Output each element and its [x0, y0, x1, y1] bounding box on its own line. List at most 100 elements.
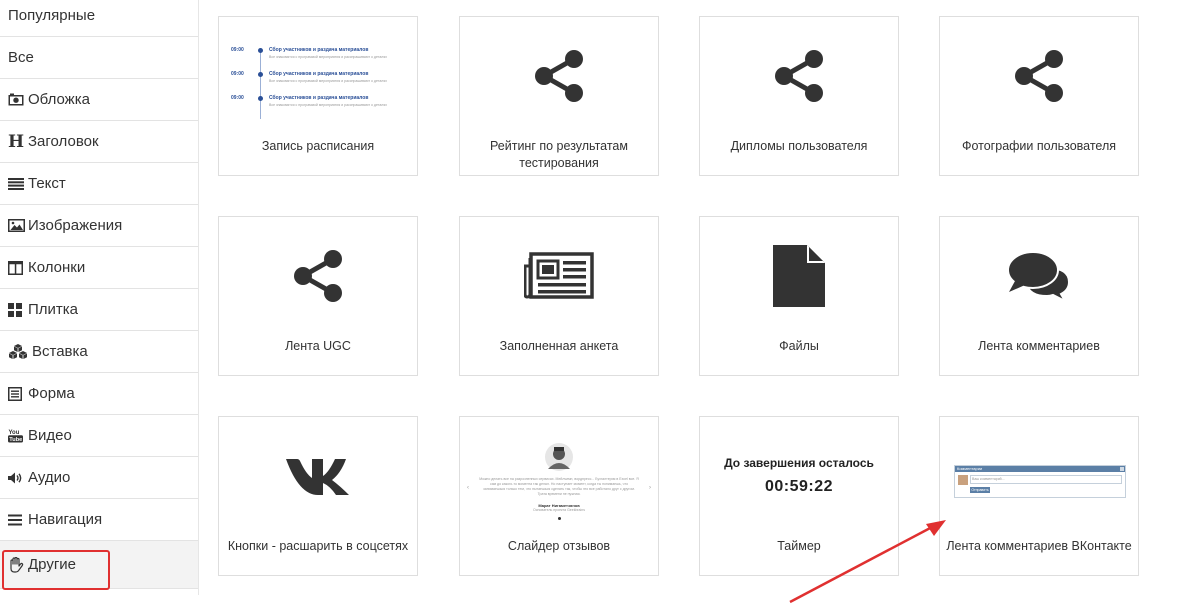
card-schedule[interactable]: 09:00 Сбор участников и раздача материал… [218, 16, 418, 176]
vk-comments-preview: Комментарии Ваш комментарий... Отправить [940, 417, 1138, 535]
card-visual [940, 17, 1138, 135]
timeline-dot [258, 72, 263, 77]
sidebar-item-form[interactable]: Форма [0, 373, 198, 415]
card-label: Фотографии пользователя [961, 139, 1117, 153]
sidebar-item-label: Все [8, 49, 34, 66]
card-label: Запись расписания [261, 139, 375, 153]
avatar [545, 443, 573, 471]
sidebar-item-label: Обложка [28, 91, 90, 108]
vk-comment-input[interactable]: Ваш комментарий... [970, 475, 1122, 484]
sidebar-item-label: Видео [28, 427, 72, 444]
sidebar-item-text[interactable]: Текст [0, 163, 198, 205]
card-filled-form[interactable]: Заполненная анкета [459, 216, 659, 376]
testimonial-preview: ‹ Можно делать все на разрозненных серви… [460, 417, 658, 535]
vk-input-placeholder: Ваш комментарий... [972, 477, 1005, 481]
sidebar-item-label: Текст [28, 175, 66, 192]
youtube-icon: You Tube [8, 428, 26, 443]
schedule-subtitle: Все знакомятся с программой мероприятия … [269, 55, 387, 59]
sidebar-item-label: Заголовок [28, 133, 99, 150]
sidebar-item-cover[interactable]: Обложка [0, 79, 198, 121]
share-icon [1015, 50, 1063, 102]
timeline-dot [258, 48, 263, 53]
share-icon [535, 50, 583, 102]
newspaper-icon [524, 252, 594, 299]
sidebar-item-label: Вставка [32, 343, 88, 360]
schedule-title: Сбор участников и раздача материалов [269, 47, 369, 53]
columns-icon [8, 260, 26, 275]
slider-next-arrow[interactable]: › [649, 485, 651, 491]
sidebar-item-all[interactable]: Все [0, 37, 198, 79]
sidebar-item-label: Изображения [28, 217, 123, 234]
vk-widget-header: Комментарии [955, 466, 1125, 472]
card-label: Лента UGC [285, 339, 351, 353]
sidebar-item-label: Плитка [28, 301, 79, 318]
testimonial-role: Основатель проекта Geekbrains [533, 508, 585, 512]
sidebar-item-columns[interactable]: Колонки [0, 247, 198, 289]
sidebar-item-tiles[interactable]: Плитка [0, 289, 198, 331]
svg-text:Tube: Tube [9, 437, 22, 443]
sidebar-item-label: Навигация [28, 511, 103, 528]
sidebar: Популярные Все Обложка H Заголовок Текст… [0, 0, 199, 595]
card-label: Слайдер отзывов [507, 539, 611, 553]
card-visual [219, 417, 417, 535]
card-label: Лента комментариев ВКонтакте [946, 539, 1132, 553]
comments-icon [1007, 251, 1071, 302]
slider-dot[interactable] [557, 517, 561, 520]
hand-icon [8, 556, 26, 573]
card-user-photos[interactable]: Фотографии пользователя [939, 16, 1139, 176]
card-label: Заполненная анкета [499, 339, 619, 353]
sidebar-item-audio[interactable]: Аудио [0, 457, 198, 499]
vk-close-icon [1120, 467, 1124, 471]
card-vk-comments-feed[interactable]: Комментарии Ваш комментарий... Отправить… [939, 416, 1139, 576]
share-icon [294, 250, 342, 302]
schedule-preview: 09:00 Сбор участников и раздача материал… [219, 17, 417, 135]
sidebar-item-label: Колонки [28, 259, 86, 276]
sidebar-item-popular[interactable]: Популярные [0, 0, 198, 37]
heading-icon: H [8, 131, 25, 152]
card-reviews-slider[interactable]: ‹ Можно делать все на разрозненных серви… [459, 416, 659, 576]
schedule-time: 09:00 [231, 95, 244, 101]
card-comments-feed[interactable]: Лента комментариев [939, 216, 1139, 376]
card-visual [700, 217, 898, 335]
sidebar-item-images[interactable]: Изображения [0, 205, 198, 247]
card-social-share-buttons[interactable]: Кнопки - расшарить в соцсетях [218, 416, 418, 576]
annotation-arrow [789, 520, 946, 604]
image-icon [8, 219, 26, 232]
form-icon [8, 386, 26, 401]
card-test-rating[interactable]: Рейтинг по результатам тестирования [459, 16, 659, 176]
timeline-dot [258, 96, 263, 101]
vk-avatar [958, 475, 968, 485]
sidebar-item-embed[interactable]: Вставка [0, 331, 198, 373]
slider-prev-arrow[interactable]: ‹ [467, 485, 469, 491]
menu-icon [8, 514, 26, 526]
camera-icon [8, 93, 26, 106]
sidebar-item-label: Популярные [8, 7, 96, 24]
card-files[interactable]: Файлы [699, 216, 899, 376]
card-user-diplomas[interactable]: Дипломы пользователя [699, 16, 899, 176]
schedule-subtitle: Все знакомятся с программой мероприятия … [269, 103, 387, 107]
schedule-title: Сбор участников и раздача материалов [269, 95, 369, 101]
timer-caption: До завершения осталось [724, 456, 874, 470]
card-visual [700, 17, 898, 135]
sidebar-item-label: Аудио [28, 469, 71, 486]
vk-widget-title: Комментарии [957, 466, 983, 471]
sidebar-item-heading[interactable]: H Заголовок [0, 121, 198, 163]
sidebar-item-video[interactable]: You Tube Видео [0, 415, 198, 457]
card-label: Файлы [779, 339, 819, 353]
sidebar-item-navigation[interactable]: Навигация [0, 499, 198, 541]
tiles-icon [8, 302, 26, 317]
sidebar-item-label: Форма [28, 385, 75, 402]
sidebar-item-other[interactable]: Другие [0, 541, 198, 589]
card-label: Лента комментариев [978, 339, 1100, 353]
timer-value: 00:59:22 [764, 478, 834, 495]
card-label: Кнопки - расшарить в соцсетях [227, 539, 409, 553]
vk-submit-button[interactable]: Отправить [970, 487, 990, 493]
schedule-time: 09:00 [231, 47, 244, 53]
vk-icon [286, 459, 349, 495]
text-lines-icon [8, 177, 26, 190]
file-icon [773, 245, 825, 307]
card-visual [940, 217, 1138, 335]
card-ugc-feed[interactable]: Лента UGC [218, 216, 418, 376]
cubes-icon [8, 344, 30, 359]
card-visual [460, 17, 658, 135]
